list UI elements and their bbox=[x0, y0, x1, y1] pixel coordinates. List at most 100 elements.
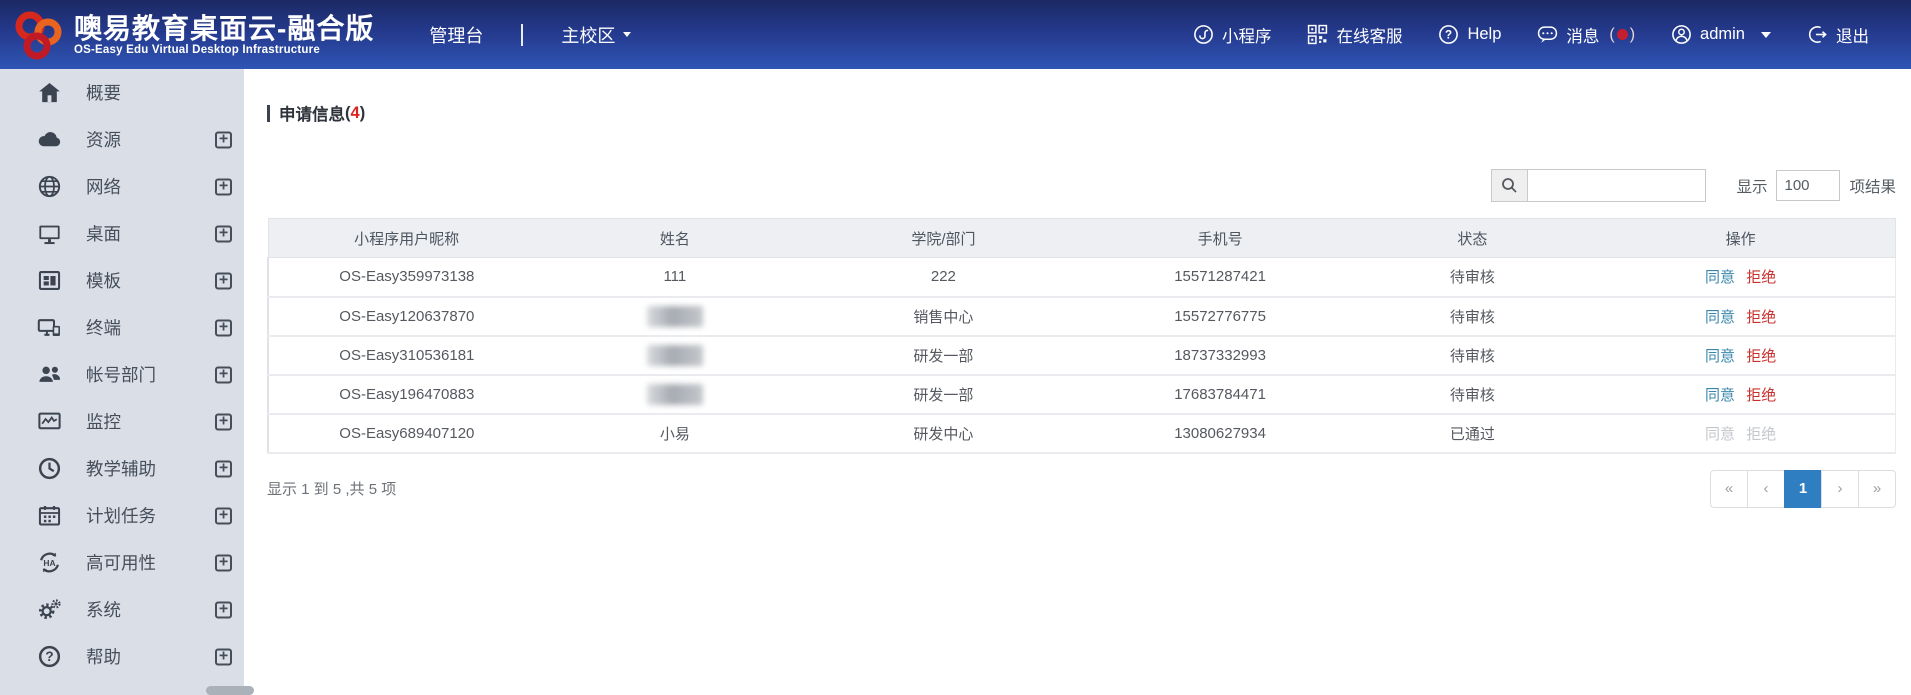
topbar: 噢易教育桌面云-融合版 OS-Easy Edu Virtual Desktop … bbox=[0, 0, 1911, 69]
sidebar-item-terminal[interactable]: 终端 + bbox=[0, 304, 244, 351]
reject-link[interactable]: 拒绝 bbox=[1746, 309, 1776, 326]
sidebar-item-label: 监控 bbox=[86, 412, 121, 432]
nav-console-label: 管理台 bbox=[429, 25, 484, 46]
expand-plus-icon[interactable]: + bbox=[215, 460, 232, 477]
pagination-prev-button[interactable]: ‹ bbox=[1747, 469, 1785, 508]
table-row: OS-Easy120637870 销售中心 15572776775 待审核 同意… bbox=[267, 296, 1897, 337]
caret-down-icon bbox=[623, 32, 632, 37]
approve-link[interactable]: 同意 bbox=[1705, 309, 1735, 326]
online-service-button[interactable]: 在线客服 bbox=[1307, 23, 1402, 47]
pagination-info: 显示 1 到 5 ,共 5 项 bbox=[267, 481, 397, 498]
search-input[interactable] bbox=[1528, 169, 1707, 202]
expand-plus-icon[interactable]: + bbox=[215, 413, 232, 430]
expand-plus-icon[interactable]: + bbox=[215, 319, 232, 336]
cell-nickname: OS-Easy310536181 bbox=[267, 335, 545, 376]
user-icon bbox=[1672, 25, 1691, 44]
reject-link[interactable]: 拒绝 bbox=[1746, 269, 1776, 286]
cell-actions: 同意 拒绝 bbox=[1586, 296, 1897, 337]
page-size-input[interactable] bbox=[1776, 170, 1841, 201]
cell-name: 小易 bbox=[544, 413, 806, 454]
page-title-text: 申请信息 bbox=[279, 106, 345, 124]
sidebar-item-high-availability[interactable]: HA 高可用性 + bbox=[0, 539, 244, 586]
requests-table: 小程序用户昵称 姓名 学院/部门 手机号 状态 操作 OS-Easy359973… bbox=[267, 218, 1897, 454]
nav-console[interactable]: 管理台 bbox=[429, 22, 483, 48]
expand-plus-icon[interactable]: + bbox=[215, 131, 232, 148]
desktop-icon bbox=[39, 225, 60, 245]
logout-button[interactable]: 退出 bbox=[1807, 23, 1869, 47]
sidebar-item-resources[interactable]: 资源 + bbox=[0, 116, 244, 163]
blurred-name bbox=[646, 344, 703, 366]
sidebar-item-monitoring[interactable]: 监控 + bbox=[0, 398, 244, 445]
pagination-first-button[interactable]: « bbox=[1710, 469, 1748, 508]
reject-link[interactable]: 拒绝 bbox=[1746, 387, 1776, 404]
expand-plus-icon[interactable]: + bbox=[215, 554, 232, 571]
approve-link[interactable]: 同意 bbox=[1705, 348, 1735, 365]
table-footer: 显示 1 到 5 ,共 5 项 « ‹ 1 › » bbox=[267, 469, 1896, 508]
cell-phone: 17683784471 bbox=[1081, 374, 1359, 415]
os-easy-logo-icon bbox=[15, 11, 62, 59]
svg-text:HA: HA bbox=[43, 558, 55, 568]
user-menu[interactable]: admin bbox=[1671, 24, 1771, 45]
sidebar-item-label: 资源 bbox=[86, 130, 121, 150]
cell-status: 已通过 bbox=[1358, 413, 1587, 454]
toolbar: 显示 项结果 bbox=[267, 169, 1896, 202]
sidebar-item-help[interactable]: ? 帮助 + bbox=[0, 633, 244, 680]
sidebar-item-label: 终端 bbox=[86, 318, 121, 338]
table-row: OS-Easy310536181 研发一部 18737332993 待审核 同意… bbox=[267, 335, 1897, 376]
table-row: OS-Easy689407120 小易 研发中心 13080627934 已通过… bbox=[267, 413, 1897, 454]
sidebar-item-label: 帮助 bbox=[86, 647, 121, 667]
campus-selector[interactable]: 主校区 bbox=[561, 22, 632, 48]
messages-button[interactable]: 消息 () bbox=[1537, 23, 1635, 47]
table-row: OS-Easy196470883 研发一部 17683784471 待审核 同意… bbox=[267, 374, 1897, 415]
gears-icon bbox=[38, 599, 61, 619]
expand-plus-icon[interactable]: + bbox=[215, 648, 232, 665]
sidebar-item-network[interactable]: 网络 + bbox=[0, 163, 244, 210]
mini-program-button[interactable]: 小程序 bbox=[1193, 23, 1271, 47]
expand-plus-icon[interactable]: + bbox=[215, 366, 232, 383]
cell-name bbox=[544, 374, 806, 415]
sidebar-item-accounts[interactable]: 帐号部门 + bbox=[0, 351, 244, 398]
cell-phone: 15572776775 bbox=[1081, 296, 1359, 337]
expand-plus-icon[interactable]: + bbox=[215, 507, 232, 524]
blurred-name bbox=[646, 305, 703, 327]
show-label: 显示 bbox=[1736, 178, 1768, 196]
cell-nickname: OS-Easy120637870 bbox=[267, 296, 545, 337]
help-button[interactable]: ? Help bbox=[1438, 24, 1501, 45]
approve-link[interactable]: 同意 bbox=[1705, 387, 1735, 404]
nav-divider bbox=[521, 23, 524, 46]
approve-link[interactable]: 同意 bbox=[1705, 269, 1735, 286]
pagination-last-button[interactable]: » bbox=[1858, 469, 1896, 508]
mini-program-icon bbox=[1194, 25, 1213, 44]
cell-phone: 13080627934 bbox=[1081, 413, 1359, 454]
col-header-status: 状态 bbox=[1358, 218, 1587, 258]
reject-link[interactable]: 拒绝 bbox=[1746, 348, 1776, 365]
search-button[interactable] bbox=[1491, 169, 1529, 202]
campus-label: 主校区 bbox=[561, 25, 616, 46]
horizontal-scrollbar-thumb[interactable] bbox=[206, 686, 254, 695]
home-icon bbox=[39, 82, 60, 103]
sidebar-item-desktop[interactable]: 桌面 + bbox=[0, 210, 244, 257]
sidebar-item-template[interactable]: 模板 + bbox=[0, 257, 244, 304]
sidebar-item-teaching-aids[interactable]: 教学辅助 + bbox=[0, 445, 244, 492]
expand-plus-icon[interactable]: + bbox=[215, 272, 232, 289]
message-count-badge: () bbox=[1609, 25, 1636, 43]
request-count: 4 bbox=[350, 103, 360, 122]
expand-plus-icon[interactable]: + bbox=[215, 178, 232, 195]
cell-nickname: OS-Easy359973138 bbox=[267, 257, 545, 298]
expand-plus-icon[interactable]: + bbox=[215, 601, 232, 618]
sidebar-item-system[interactable]: 系统 + bbox=[0, 586, 244, 633]
sidebar-item-overview[interactable]: 概要 bbox=[0, 69, 244, 116]
sidebar-item-scheduled-tasks[interactable]: 计划任务 + bbox=[0, 492, 244, 539]
clock-icon bbox=[38, 457, 61, 480]
sidebar-item-label: 桌面 bbox=[86, 224, 121, 244]
qr-code-icon bbox=[1308, 24, 1328, 45]
online-service-label: 在线客服 bbox=[1336, 27, 1403, 46]
logo: 噢易教育桌面云-融合版 OS-Easy Edu Virtual Desktop … bbox=[12, 8, 374, 62]
cell-dept: 研发一部 bbox=[805, 335, 1082, 376]
sidebar-item-label: 帐号部门 bbox=[86, 365, 156, 385]
pagination-page-1[interactable]: 1 bbox=[1784, 469, 1822, 508]
ha-icon: HA bbox=[39, 552, 60, 573]
expand-plus-icon[interactable]: + bbox=[215, 225, 232, 242]
search-icon bbox=[1502, 178, 1518, 193]
pagination-next-button[interactable]: › bbox=[1821, 469, 1859, 508]
